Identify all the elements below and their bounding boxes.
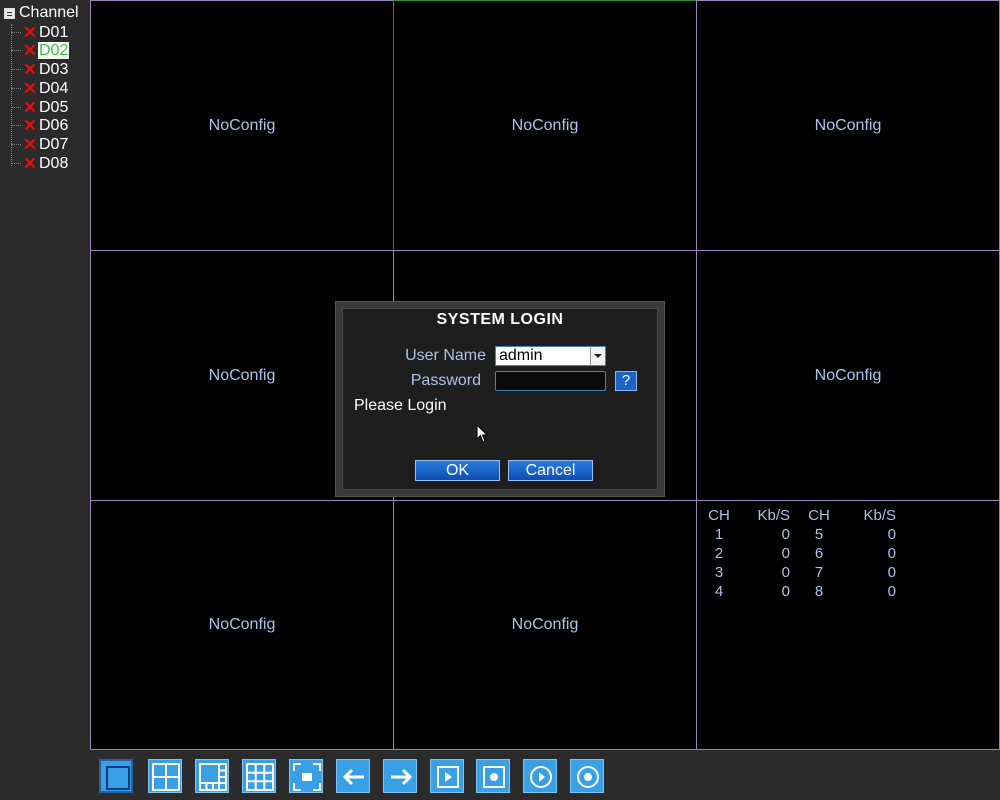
stats-row: 3 0 7 0 — [714, 564, 896, 581]
fullscreen-icon — [293, 763, 321, 791]
disconnected-x-icon: ✕ — [22, 153, 38, 173]
single-view-button[interactable] — [99, 759, 133, 793]
stats-row: 1 0 5 0 — [714, 526, 896, 543]
cell-status: NoConfig — [814, 366, 882, 384]
video-cell-1[interactable]: NoConfig — [90, 0, 394, 251]
disconnected-x-icon: ✕ — [22, 40, 38, 60]
channel-item-d01[interactable]: ✕ D01 — [11, 23, 69, 42]
help-button[interactable]: ? — [615, 371, 637, 391]
quad-view-button[interactable] — [148, 759, 182, 793]
disconnected-x-icon: ✕ — [22, 78, 38, 98]
play-circle-icon — [530, 766, 552, 788]
cell-status: NoConfig — [511, 116, 579, 134]
arrow-left-icon — [342, 768, 364, 786]
playback-button[interactable] — [430, 759, 464, 793]
channel-label: D01 — [39, 24, 69, 41]
cell-status: NoConfig — [511, 616, 579, 633]
user-name-value: admin — [499, 347, 543, 364]
video-cell-8[interactable]: NoConfig — [393, 500, 697, 750]
stats-row: 4 0 8 0 — [714, 583, 896, 600]
record-circle-icon — [577, 766, 599, 788]
channel-item-d05[interactable]: ✕ D05 — [11, 98, 69, 117]
channel-label: D07 — [39, 136, 69, 153]
login-panel: SYSTEM LOGIN User Name admin Password ? … — [342, 308, 658, 490]
dialog-title: SYSTEM LOGIN — [436, 311, 564, 328]
playback-icon — [437, 766, 459, 788]
system-login-dialog: SYSTEM LOGIN User Name admin Password ? … — [335, 301, 665, 497]
view-4-icon — [152, 763, 180, 791]
channel-item-d07[interactable]: ✕ D07 — [11, 135, 69, 154]
channel-item-d03[interactable]: ✕ D03 — [11, 60, 69, 79]
stats-header-row: CH Kb/S CH Kb/S — [708, 507, 896, 524]
channel-item-d06[interactable]: ✕ D06 — [11, 116, 69, 135]
disconnected-x-icon: ✕ — [22, 115, 38, 135]
cell-status: NoConfig — [208, 366, 276, 384]
login-status-text: Please Login — [354, 397, 447, 414]
disconnected-x-icon: ✕ — [22, 22, 38, 42]
chevron-down-icon[interactable] — [590, 347, 605, 365]
disconnected-x-icon: ✕ — [22, 134, 38, 154]
channel-label: D02 — [38, 42, 70, 59]
channel-label: D06 — [39, 117, 69, 134]
arrow-right-icon — [391, 768, 413, 786]
channel-label: D08 — [39, 155, 69, 172]
view-1-icon — [106, 766, 130, 790]
view-9-icon — [246, 763, 274, 791]
cell-status: NoConfig — [208, 116, 276, 134]
record-icon — [483, 766, 505, 788]
password-input[interactable] — [495, 371, 606, 391]
channel-label: D03 — [39, 61, 69, 78]
channel-tree-header[interactable]: Channel — [4, 4, 79, 22]
channel-label: D04 — [39, 80, 69, 97]
password-label: Password — [410, 372, 481, 389]
cell-status: NoConfig — [208, 616, 276, 633]
nine-view-button[interactable] — [242, 759, 276, 793]
channel-item-d08[interactable]: ✕ D08 — [11, 154, 69, 173]
user-name-select[interactable]: admin — [495, 346, 606, 366]
next-button[interactable] — [383, 759, 417, 793]
cancel-button[interactable]: Cancel — [508, 460, 593, 481]
record-button[interactable] — [476, 759, 510, 793]
mouse-cursor-icon — [476, 424, 489, 443]
ok-button[interactable]: OK — [415, 460, 500, 481]
channel-sidebar: Channel ✕ D01 ✕ D02 ✕ D03 ✕ D04 ✕ D05 ✕ … — [0, 0, 90, 800]
previous-button[interactable] — [336, 759, 370, 793]
bitrate-stats-table: CH Kb/S CH Kb/S 1 0 5 0 2 0 6 0 3 0 7 0 … — [700, 506, 900, 601]
tree-list-icon — [4, 7, 15, 19]
play-button[interactable] — [523, 759, 557, 793]
cell-status: NoConfig — [814, 116, 882, 134]
channel-label: D05 — [39, 99, 69, 116]
video-cell-2[interactable]: NoConfig — [393, 0, 697, 251]
record-circle-button[interactable] — [570, 759, 604, 793]
video-cell-3[interactable]: NoConfig — [696, 0, 1000, 251]
video-cell-7[interactable]: NoConfig — [90, 500, 394, 750]
channel-item-d02[interactable]: ✕ D02 — [11, 40, 70, 60]
video-cell-6[interactable]: NoConfig — [696, 250, 1000, 501]
eight-view-button[interactable] — [195, 759, 229, 793]
disconnected-x-icon: ✕ — [22, 97, 38, 117]
view-8-icon — [199, 763, 227, 791]
channel-item-d04[interactable]: ✕ D04 — [11, 79, 69, 98]
stats-row: 2 0 6 0 — [714, 545, 896, 562]
fullscreen-button[interactable] — [289, 759, 323, 793]
disconnected-x-icon: ✕ — [22, 59, 38, 79]
channel-tree-title: Channel — [19, 4, 79, 21]
user-name-label: User Name — [405, 347, 486, 364]
